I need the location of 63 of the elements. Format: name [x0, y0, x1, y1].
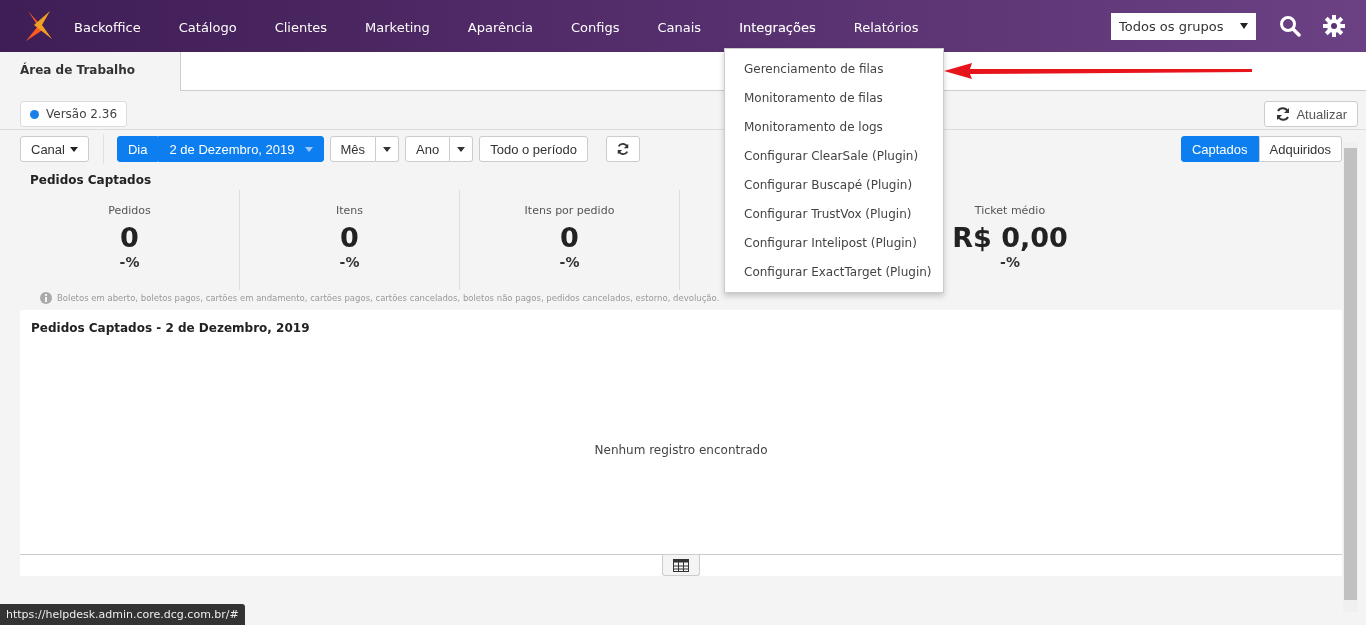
stat-label: Itens	[335, 204, 364, 217]
stat-change: -%	[999, 254, 1021, 270]
period-button[interactable]: Dia	[116, 136, 159, 162]
settings-button[interactable]	[1322, 14, 1346, 38]
channel-dropdown[interactable]: Canal	[20, 136, 89, 162]
stat-change: -%	[338, 254, 361, 270]
menu-item[interactable]: Configurar Intelipost (Plugin)	[725, 229, 943, 258]
group-select[interactable]: Todos os grupos	[1111, 12, 1256, 40]
stat-value: 0	[339, 222, 360, 254]
menu-item[interactable]: Monitoramento de filas	[725, 84, 943, 113]
menu-item[interactable]: Configurar Buscapé (Plugin)	[725, 171, 943, 200]
nav-item[interactable]: Aparência	[467, 17, 533, 37]
caret-icon	[457, 146, 466, 152]
nav-item[interactable]: Configs	[571, 17, 620, 37]
nav-item[interactable]: Marketing	[365, 17, 430, 37]
stat-label: Pedidos	[107, 204, 152, 217]
panel-title: Pedidos Captados - 2 de Dezembro, 2019	[30, 320, 311, 335]
empty-message: Nenhum registro encontrado	[593, 441, 769, 459]
nav-item[interactable]: Relatórios	[853, 17, 919, 37]
info-note: Boletos em aberto, boletos pagos, cartões em andamento, cartões pagos, cartões cancelados, boletos não pagos, pedidos cancelados, estorno, devolução.	[57, 293, 720, 303]
mode-toggle[interactable]: Adquiridos	[1258, 136, 1342, 162]
nav-item[interactable]: Backoffice	[74, 17, 141, 37]
stat-change: -%	[558, 254, 581, 270]
search-button[interactable]	[1278, 14, 1302, 38]
refresh-button[interactable]	[605, 136, 640, 162]
refresh-button[interactable]: Atualizar	[1264, 101, 1358, 127]
menu-item[interactable]: Configurar ClearSale (Plugin)	[725, 142, 943, 171]
logo-icon	[24, 9, 54, 43]
info-icon	[40, 292, 52, 304]
nav-item[interactable]: Catálogo	[178, 17, 237, 37]
period-button[interactable]: Mês	[329, 136, 377, 162]
stat-change: -%	[118, 254, 141, 270]
table-view-button[interactable]	[662, 555, 700, 576]
period-button[interactable]: Ano	[405, 136, 451, 162]
scrollbar-thumb[interactable]	[1344, 148, 1357, 600]
menu-item[interactable]: Gerenciamento de filas	[725, 55, 943, 84]
menu-item[interactable]: Configurar ExactTarget (Plugin)	[725, 258, 943, 287]
status-url: https://helpdesk.admin.core.dcg.com.br/#	[0, 604, 245, 625]
nav-item[interactable]: Integrações	[739, 17, 816, 39]
caret-icon	[1240, 23, 1248, 29]
stat-value: 0	[559, 222, 580, 254]
refresh-icon	[1275, 106, 1292, 122]
stat-label: Itens por pedido	[523, 204, 616, 217]
caret-icon	[304, 146, 313, 152]
period-button[interactable]: Todo o período	[479, 136, 588, 162]
scrollbar[interactable]	[1343, 142, 1358, 612]
nav-item[interactable]: Clientes	[274, 17, 328, 37]
mode-toggle[interactable]: Captados	[1180, 136, 1259, 162]
menu-item[interactable]: Configurar TrustVox (Plugin)	[725, 200, 943, 229]
version-label: Versão 2.36	[20, 101, 128, 127]
date-dropdown[interactable]: 2 de Dezembro, 2019	[158, 136, 324, 162]
table-icon	[673, 558, 689, 572]
settings-icon	[1323, 15, 1345, 37]
nav-item[interactable]: Canais	[657, 17, 702, 37]
caret-icon	[383, 146, 392, 152]
menu-item[interactable]: Monitoramento de logs	[725, 113, 943, 142]
caret-button[interactable]	[450, 136, 474, 162]
refresh-icon	[615, 142, 630, 156]
caret-icon	[69, 146, 78, 152]
search-icon	[1279, 15, 1301, 37]
stat-value: 0	[119, 222, 140, 254]
section-title: Pedidos Captados	[30, 173, 152, 189]
caret-button[interactable]	[376, 136, 400, 162]
